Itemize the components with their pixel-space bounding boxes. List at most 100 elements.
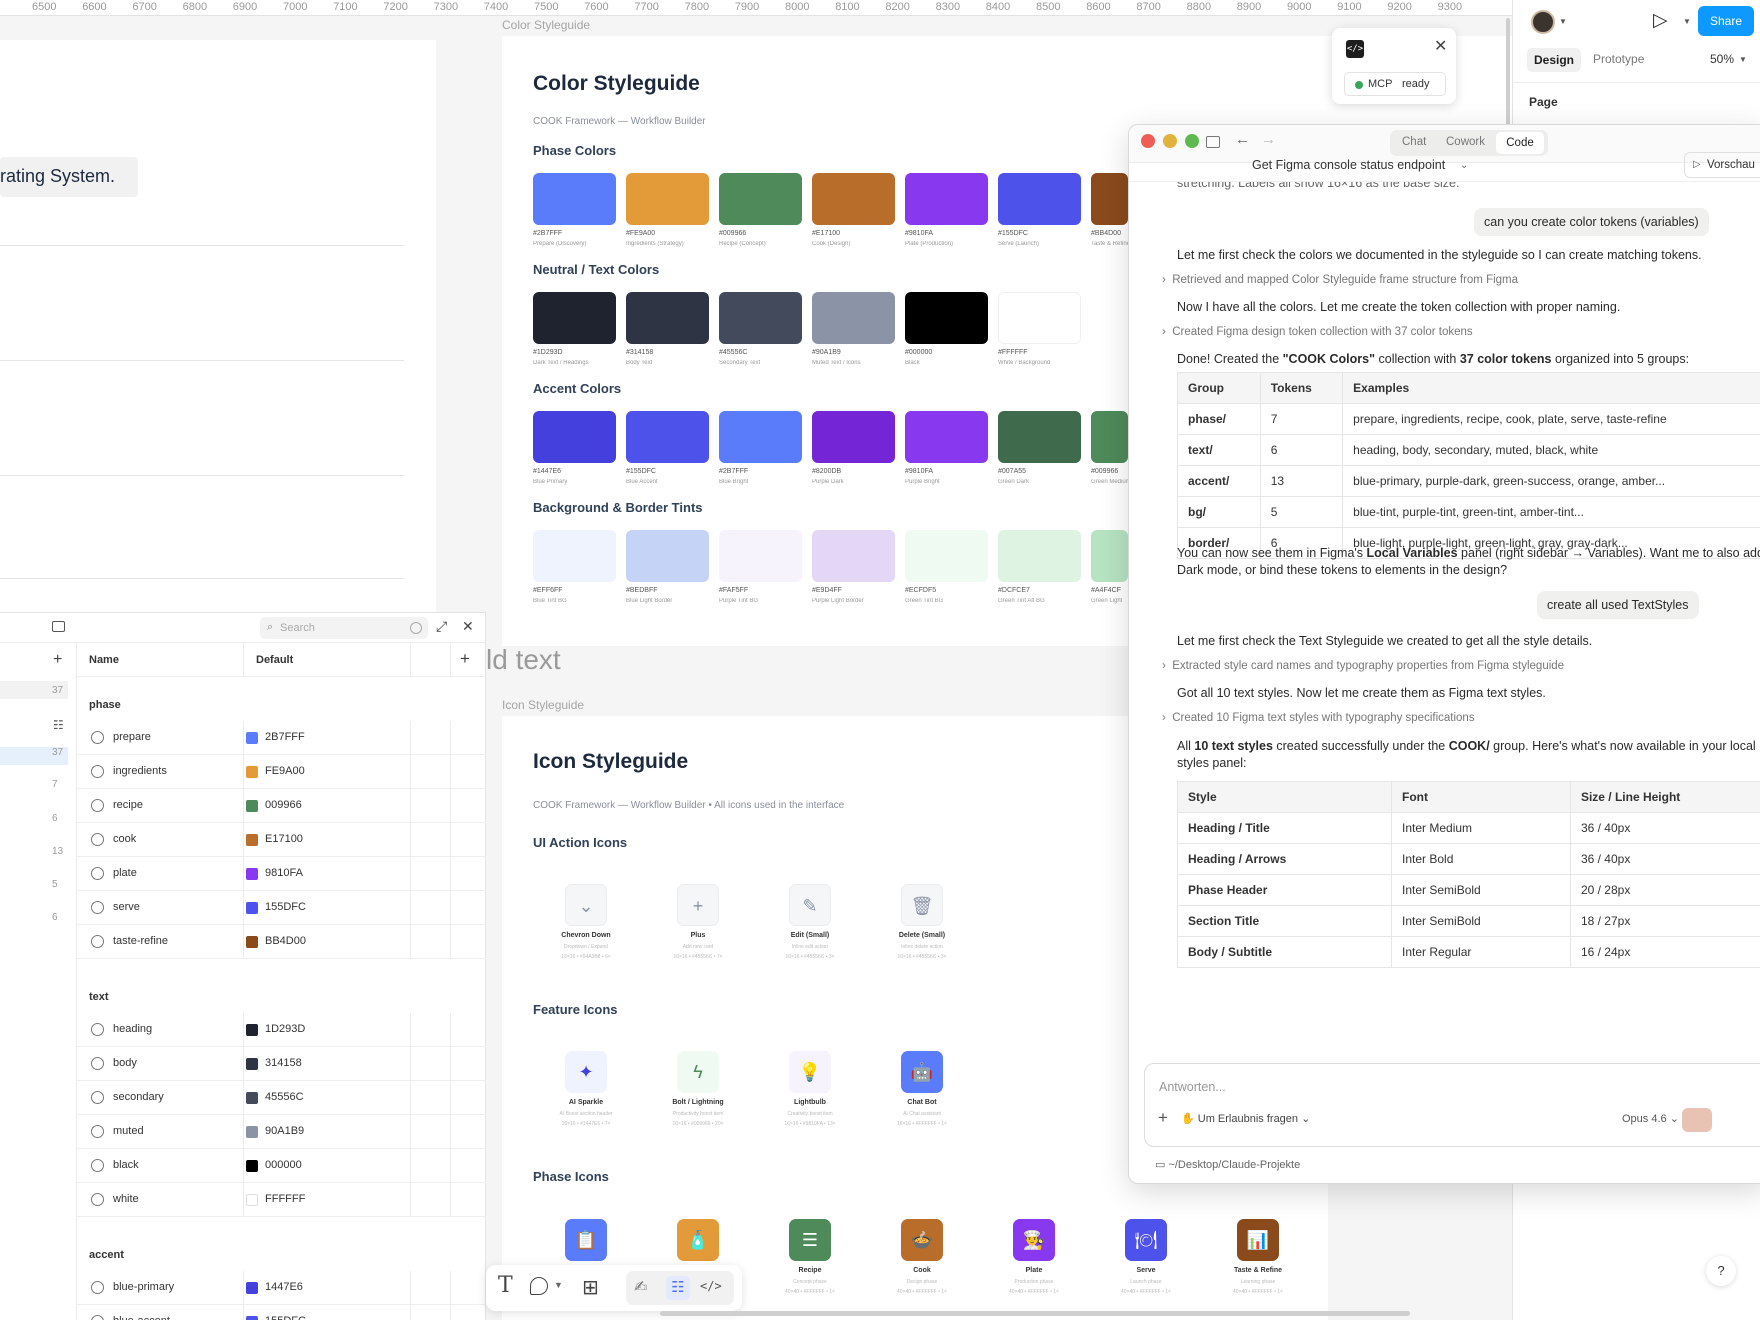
color-swatch[interactable] <box>998 530 1081 582</box>
color-swatch[interactable] <box>1091 173 1128 225</box>
color-swatch[interactable] <box>905 173 988 225</box>
color-swatch[interactable] <box>719 411 802 463</box>
draw-tool-icon[interactable]: ✍ <box>634 1277 647 1297</box>
icon-card[interactable]: ☰ <box>789 1219 831 1261</box>
color-swatch[interactable] <box>812 292 895 344</box>
tool-call-row[interactable]: › Extracted style card names and typogra… <box>1162 660 1564 672</box>
color-swatch[interactable] <box>812 411 895 463</box>
variable-row[interactable]: recipe 009966 <box>76 789 486 823</box>
color-swatch[interactable] <box>812 530 895 582</box>
close-window-button[interactable] <box>1141 134 1155 148</box>
zoom-window-button[interactable] <box>1185 134 1199 148</box>
variable-row[interactable]: ingredients FE9A00 <box>76 755 486 789</box>
icon-card[interactable]: 📋 <box>565 1219 607 1261</box>
back-arrow-icon[interactable]: ← <box>1235 131 1250 148</box>
color-swatch[interactable] <box>533 530 616 582</box>
color-swatch[interactable] <box>533 292 616 344</box>
permission-dropdown[interactable]: ✋ Um Erlaubnis fragen ⌄ <box>1181 1112 1310 1125</box>
tab-prototype[interactable]: Prototype <box>1593 52 1644 66</box>
variable-row[interactable]: blue-accent 155DFC <box>76 1305 486 1320</box>
variable-row[interactable]: cook E17100 <box>76 823 486 857</box>
comment-tool-icon[interactable] <box>530 1277 548 1295</box>
variable-row[interactable]: taste-refine BB4D00 <box>76 925 486 959</box>
icon-card[interactable]: 👨‍🍳 <box>1013 1219 1055 1261</box>
avatar[interactable] <box>1531 10 1555 34</box>
variable-row[interactable]: serve 155DFC <box>76 891 486 925</box>
variable-row[interactable]: black 000000 <box>76 1149 486 1183</box>
help-button[interactable]: ? <box>1706 1256 1736 1286</box>
color-swatch[interactable] <box>626 411 709 463</box>
icon-card[interactable]: 🗑 <box>901 884 943 926</box>
icon-card[interactable]: 📊 <box>1237 1219 1279 1261</box>
attach-plus-icon[interactable]: + <box>1158 1108 1168 1128</box>
chevron-down-icon[interactable]: ▼ <box>554 1280 563 1290</box>
color-swatch[interactable] <box>998 292 1081 344</box>
reply-input[interactable]: Antworten... <box>1159 1080 1226 1094</box>
variable-row[interactable]: blue-primary 1447E6 <box>76 1271 486 1305</box>
add-mode-button[interactable]: + <box>460 649 470 669</box>
variable-row[interactable]: secondary 45556C <box>76 1081 486 1115</box>
sidebar-toggle-icon[interactable] <box>52 621 65 632</box>
tab-cowork[interactable]: Cowork <box>1446 136 1485 148</box>
search-input[interactable]: ⌕ Search <box>260 617 428 639</box>
variable-row[interactable]: prepare 2B7FFF <box>76 721 486 755</box>
color-swatch[interactable] <box>905 292 988 344</box>
icon-card[interactable]: 💡 <box>789 1051 831 1093</box>
conversation-title[interactable]: Get Figma console status endpoint <box>1252 158 1445 172</box>
group-list-icon[interactable]: ☷ <box>53 718 64 732</box>
tool-call-row[interactable]: › Retrieved and mapped Color Styleguide … <box>1162 274 1518 286</box>
project-path[interactable]: ▭ ~/Desktop/Claude-Projekte <box>1155 1158 1300 1171</box>
frame-label-icon-styleguide[interactable]: Icon Styleguide <box>502 698 584 712</box>
color-swatch[interactable] <box>626 530 709 582</box>
variable-row[interactable]: plate 9810FA <box>76 857 486 891</box>
color-swatch[interactable] <box>998 173 1081 225</box>
color-swatch[interactable] <box>1091 411 1128 463</box>
present-play-icon[interactable]: ▷ <box>1653 9 1668 32</box>
variable-row[interactable]: muted 90A1B9 <box>76 1115 486 1149</box>
chevron-down-icon[interactable]: ▼ <box>1559 17 1567 26</box>
preview-button[interactable]: ▷ Vorschau <box>1684 152 1760 178</box>
icon-card[interactable]: ✎ <box>789 884 831 926</box>
color-swatch[interactable] <box>719 173 802 225</box>
code-icon[interactable]: </> <box>700 1279 722 1293</box>
color-swatch[interactable] <box>719 530 802 582</box>
tab-chat[interactable]: Chat <box>1402 136 1426 148</box>
variable-row[interactable]: white FFFFFF <box>76 1183 486 1217</box>
sidebar-add-button[interactable]: + <box>53 651 62 669</box>
model-selector[interactable]: Opus 4.6 ⌄ <box>1622 1112 1679 1125</box>
send-button[interactable] <box>1682 1108 1712 1132</box>
icon-card[interactable]: ⌄ <box>565 884 607 926</box>
tab-code[interactable]: Code <box>1496 132 1544 154</box>
icon-card[interactable]: 🍲 <box>901 1219 943 1261</box>
chevron-down-icon[interactable]: ⌄ <box>1460 160 1468 171</box>
help-circle-icon[interactable] <box>410 622 422 634</box>
message-area[interactable]: stretching. Labels all show 16×16 as the… <box>1129 182 1760 1008</box>
color-swatch[interactable] <box>1091 530 1128 582</box>
color-swatch[interactable] <box>719 292 802 344</box>
components-icon[interactable]: ⊞ <box>582 1275 599 1300</box>
share-button[interactable]: Share <box>1698 6 1754 36</box>
icon-card[interactable]: 🤖 <box>901 1051 943 1093</box>
chevron-down-icon[interactable]: ▼ <box>1683 17 1691 26</box>
color-swatch[interactable] <box>626 173 709 225</box>
minimize-window-button[interactable] <box>1163 134 1177 148</box>
variable-row[interactable]: heading 1D293D <box>76 1013 486 1047</box>
color-swatch[interactable] <box>533 411 616 463</box>
color-swatch[interactable] <box>998 411 1081 463</box>
icon-card[interactable]: + <box>677 884 719 926</box>
color-swatch[interactable] <box>533 173 616 225</box>
frame-label-color-styleguide[interactable]: Color Styleguide <box>502 18 590 32</box>
variable-row[interactable]: body 314158 <box>76 1047 486 1081</box>
icon-card[interactable]: 🧴 <box>677 1219 719 1261</box>
close-icon[interactable]: ✕ <box>462 618 474 635</box>
horizontal-scrollbar[interactable] <box>660 1311 1410 1316</box>
zoom-level[interactable]: 50% <box>1710 52 1734 66</box>
color-swatch[interactable] <box>812 173 895 225</box>
layout-tool-icon[interactable]: ☷ <box>666 1276 690 1300</box>
sidebar-toggle-icon[interactable] <box>1206 136 1220 148</box>
icon-card[interactable]: ✦ <box>565 1051 607 1093</box>
icon-card[interactable]: ϟ <box>677 1051 719 1093</box>
text-tool-icon[interactable]: T <box>498 1273 513 1298</box>
expand-icon[interactable]: ⤢ <box>436 618 447 635</box>
color-swatch[interactable] <box>626 292 709 344</box>
